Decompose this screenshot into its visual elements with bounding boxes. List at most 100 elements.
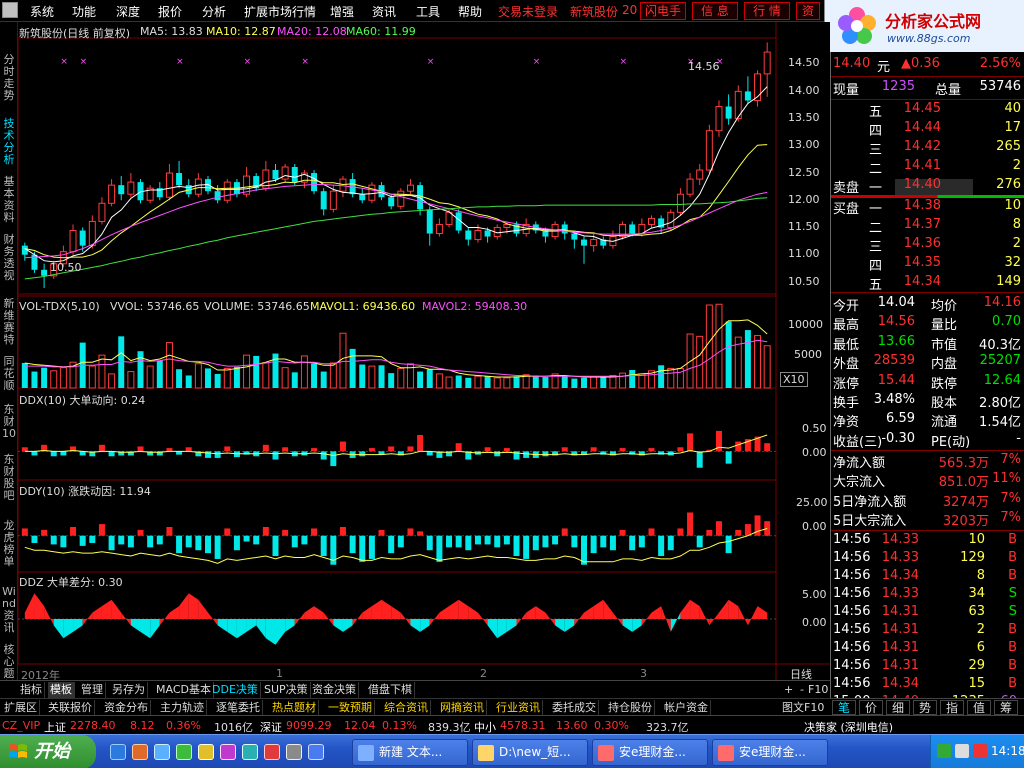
- tab-web-digest[interactable]: 网摘资讯: [438, 700, 487, 716]
- quote-tab[interactable]: 筹: [994, 700, 1018, 715]
- volume-icon[interactable]: [955, 744, 969, 758]
- tab-holdings[interactable]: 持仓股份: [606, 700, 655, 716]
- zoom-in-button[interactable]: +: [782, 682, 795, 698]
- menu-info[interactable]: 资讯: [372, 3, 396, 20]
- ma20-label: MA20: 12.08: [277, 25, 347, 38]
- status-server[interactable]: 决策家 (深圳电信): [804, 719, 893, 735]
- tab-tick-orders[interactable]: 逐笔委托: [214, 700, 263, 716]
- status-cz-vip[interactable]: CZ_VIP: [2, 719, 40, 732]
- quote-tab[interactable]: 价: [859, 700, 883, 715]
- market-button[interactable]: 行 情: [744, 2, 790, 20]
- menu-quote[interactable]: 报价: [158, 3, 182, 20]
- vtab-intraday[interactable]: 分时走势: [1, 54, 17, 102]
- tab-hot-topics[interactable]: 热点题材: [270, 700, 319, 716]
- f10-button[interactable]: F10: [806, 682, 830, 698]
- menu-function[interactable]: 功能: [72, 3, 96, 20]
- tab-main-track[interactable]: 主力轨迹: [158, 700, 207, 716]
- vtab-technical[interactable]: 技术分析: [1, 118, 17, 166]
- misc-quicklaunch-icon[interactable]: [286, 744, 302, 760]
- task-finance-1[interactable]: 安e理财金...: [592, 739, 708, 766]
- tab-manage[interactable]: 管理: [79, 682, 106, 698]
- tab-indicator[interactable]: 指标: [18, 682, 45, 698]
- resource-button[interactable]: 资: [796, 2, 820, 20]
- tab-consensus[interactable]: 一致预期: [326, 700, 375, 716]
- folder-quicklaunch-icon[interactable]: [198, 744, 214, 760]
- ddy-bar: [214, 535, 221, 559]
- quote-tab[interactable]: 细: [886, 700, 910, 715]
- volume-bar: [397, 367, 405, 389]
- status-zx-index: 4578.31: [500, 719, 546, 732]
- ddz-area-segment: [439, 606, 450, 619]
- flow-percent: 11%: [992, 471, 1021, 487]
- info-button[interactable]: 信 息: [692, 2, 738, 20]
- quote-tab[interactable]: 势: [913, 700, 937, 715]
- ie-quicklaunch-icon[interactable]: [110, 744, 126, 760]
- vtab-tonghuashun[interactable]: 同花顺: [1, 356, 17, 392]
- vtab-dragon-tiger[interactable]: 龙虎榜单: [1, 520, 17, 568]
- vtab-wind[interactable]: Wind资讯: [1, 586, 17, 634]
- tab-text-f10[interactable]: 图文F10: [780, 700, 826, 716]
- menu-depth[interactable]: 深度: [116, 3, 140, 20]
- bid-side-label: 买盘: [833, 202, 860, 217]
- menu-tools[interactable]: 工具: [416, 3, 440, 20]
- menu-analysis[interactable]: 分析: [202, 3, 226, 20]
- menu-system[interactable]: 系统: [30, 3, 54, 20]
- ddz-area-segment: [362, 606, 372, 619]
- trade-quicklaunch-icon[interactable]: [264, 744, 280, 760]
- status-sh-change: 8.12: [130, 719, 155, 732]
- task-folder[interactable]: D:\new_短...: [472, 739, 588, 766]
- tab-macd-basic[interactable]: MACD基本: [154, 682, 214, 698]
- candle-body: [397, 190, 405, 207]
- clock[interactable]: 14:18: [991, 744, 1024, 758]
- flash-trade-button[interactable]: 闪电手: [640, 2, 686, 20]
- zoom-out-button[interactable]: -: [798, 682, 806, 698]
- quote-tab[interactable]: 值: [967, 700, 991, 715]
- browser-quicklaunch-icon[interactable]: [308, 744, 324, 760]
- task-finance-2[interactable]: 安e理财金...: [712, 739, 828, 766]
- tab-industry-news[interactable]: 行业资讯: [494, 700, 543, 716]
- vtab-dongcai-forum[interactable]: 东财股吧: [1, 454, 17, 502]
- chart-svg[interactable]: × × × × × × × × × ×: [18, 22, 830, 680]
- tab-borrow-chess[interactable]: 借盘下棋: [366, 682, 415, 698]
- quote-tab[interactable]: 指: [940, 700, 964, 715]
- task-notepad[interactable]: 新建 文本...: [352, 739, 468, 766]
- menu-help[interactable]: 帮助: [458, 3, 482, 20]
- stock-name-link[interactable]: 新筑股份: [570, 3, 618, 20]
- tick-row: 14:56 14.33 10 B: [831, 532, 1024, 551]
- tab-fund-decision[interactable]: 资金决策: [310, 682, 359, 698]
- ddx-bar: [137, 446, 144, 452]
- tab-related-quote[interactable]: 关联报价: [46, 700, 95, 716]
- menu-enhance[interactable]: 增强: [330, 3, 354, 20]
- tool-quicklaunch-icon[interactable]: [242, 744, 258, 760]
- security-icon[interactable]: [973, 744, 987, 758]
- tab-sup-decision[interactable]: SUP决策: [262, 682, 311, 698]
- login-status[interactable]: 交易未登录: [498, 3, 558, 20]
- status-sh-amount: 1016亿: [214, 721, 253, 734]
- vtab-xinweisaite[interactable]: 新维赛特: [1, 298, 17, 346]
- vtab-financial[interactable]: 财务透视: [1, 234, 17, 282]
- chart-area[interactable]: × × × × × × × × × × 新筑股份(日线 前复权) MA5: 13.83 MA10:…: [18, 22, 830, 682]
- network-icon[interactable]: [937, 744, 951, 758]
- tab-template[interactable]: 模板: [48, 682, 75, 698]
- app-logo-icon[interactable]: [2, 2, 18, 18]
- vtab-basic-info[interactable]: 基本资料: [1, 176, 17, 224]
- ddz-area-segment: [651, 606, 662, 619]
- menu-extended-market[interactable]: 扩展市场行情: [244, 3, 316, 20]
- vtab-dongcai-10[interactable]: 东财10: [1, 404, 17, 440]
- tab-general-news[interactable]: 综合资讯: [382, 700, 431, 716]
- tab-dde-decision[interactable]: DDE决策: [210, 682, 261, 698]
- candle-body: [465, 230, 472, 240]
- desktop-quicklaunch-icon[interactable]: [154, 744, 170, 760]
- app-quicklaunch-icon[interactable]: [132, 744, 148, 760]
- tab-orders-fills[interactable]: 委托成交: [550, 700, 599, 716]
- tab-fund-distribution[interactable]: 资金分布: [102, 700, 151, 716]
- brand-banner[interactable]: 分析家公式网 www.88gs.com: [824, 0, 1024, 52]
- tab-account-funds[interactable]: 帐户资金: [662, 700, 711, 716]
- tab-save-as[interactable]: 另存为: [110, 682, 148, 698]
- stat-value: 28539: [873, 353, 915, 369]
- quote-tab[interactable]: 笔: [832, 700, 856, 715]
- tab-extension[interactable]: 扩展区: [2, 700, 40, 716]
- media-quicklaunch-icon[interactable]: [176, 744, 192, 760]
- start-button[interactable]: 开始: [0, 735, 96, 768]
- qq-quicklaunch-icon[interactable]: [220, 744, 236, 760]
